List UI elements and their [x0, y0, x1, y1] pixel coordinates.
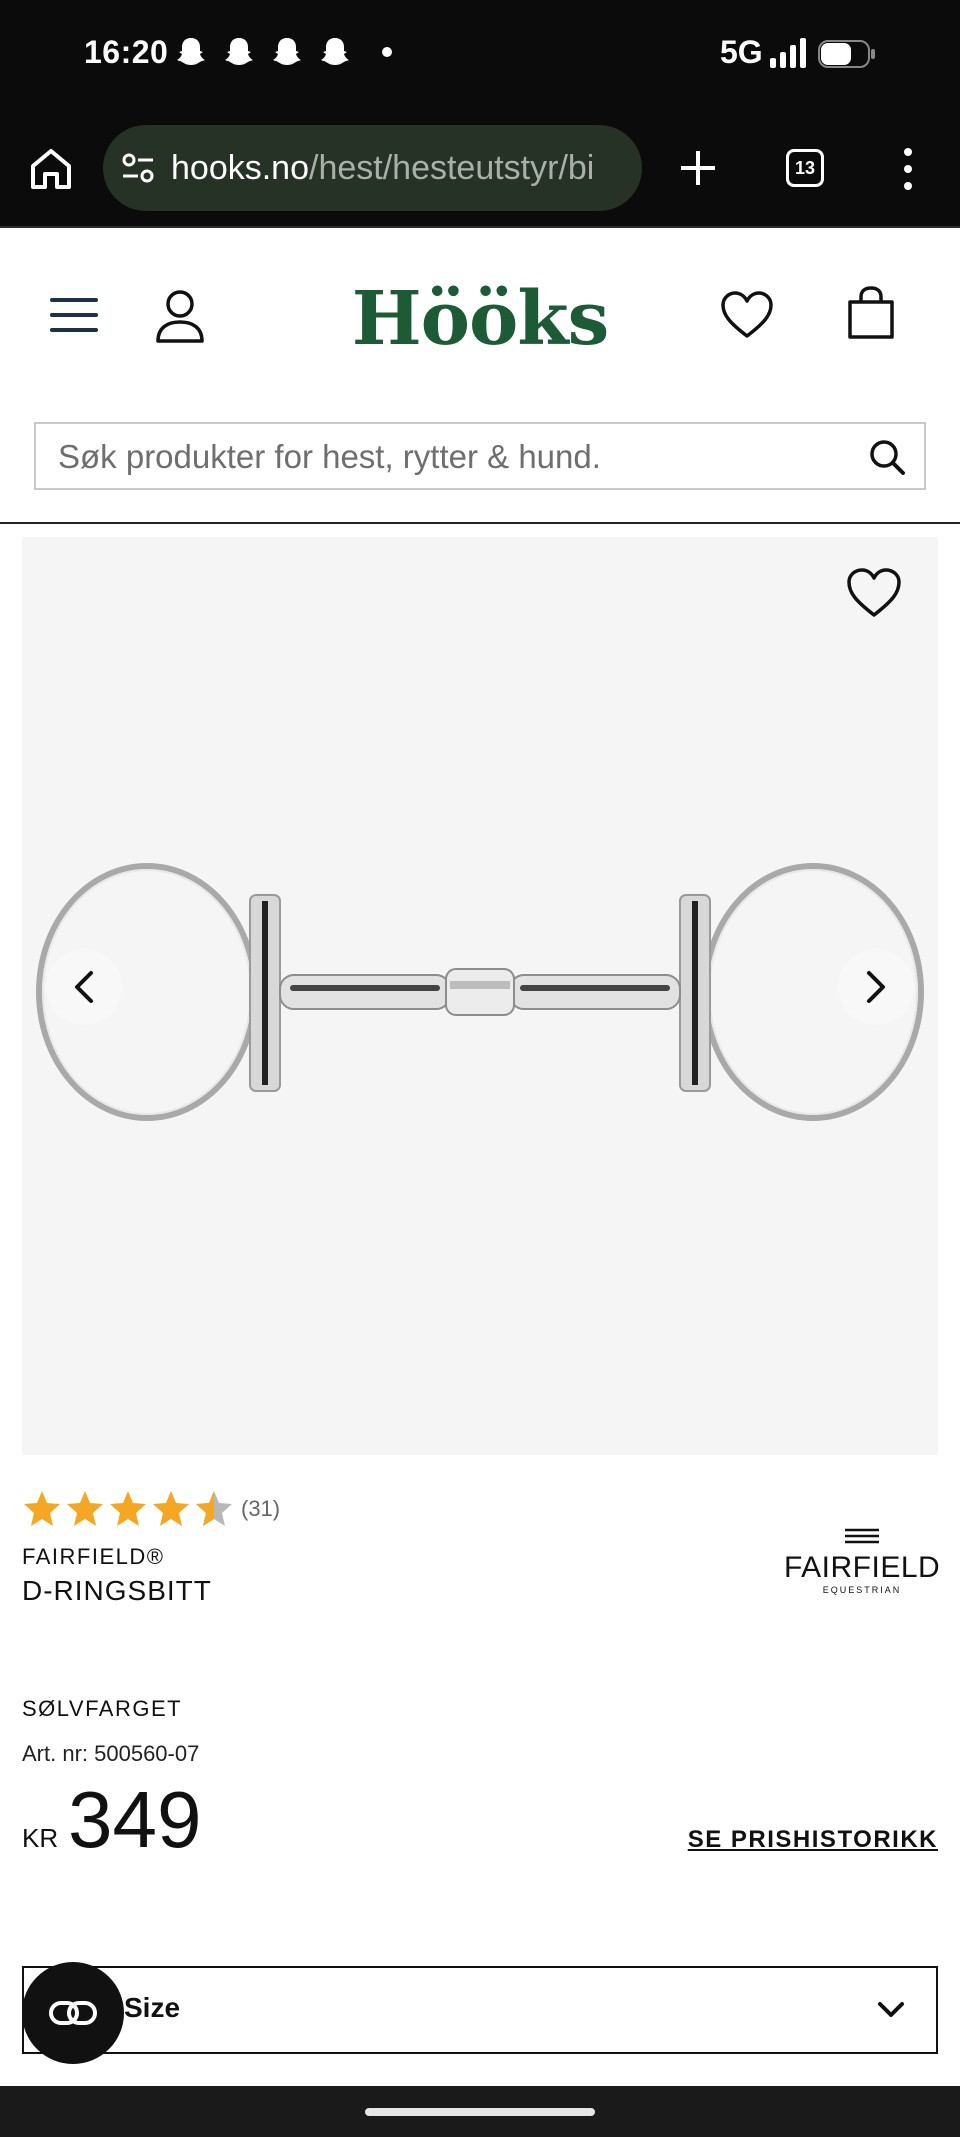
chevron-left-icon — [75, 971, 93, 1003]
link-icon — [49, 2001, 97, 2025]
price-history-link[interactable]: SE PRISHISTORIKK — [688, 1826, 938, 1854]
browser-toolbar: hooks.no/hest/hesteutstyr/bi 13 — [0, 110, 960, 228]
battery-icon — [818, 40, 875, 68]
product-color: SØLVFARGET — [22, 1696, 183, 1721]
star-full-icon — [110, 1491, 146, 1526]
url-path: /hest/hesteutstyr/bi — [309, 149, 595, 187]
star-full-icon — [24, 1491, 60, 1526]
star-half-icon — [196, 1491, 232, 1526]
shopping-bag-icon[interactable] — [846, 286, 896, 340]
add-to-wishlist-icon[interactable] — [846, 567, 902, 619]
chevron-down-icon — [878, 2002, 904, 2017]
url-host: hooks.no — [171, 149, 309, 187]
status-time: 16:20 — [84, 34, 169, 70]
snapchat-icon — [225, 38, 253, 65]
star-full-icon — [153, 1491, 189, 1526]
gallery-next-button[interactable] — [838, 949, 914, 1025]
star-full-icon — [67, 1491, 103, 1526]
wishlist-icon[interactable] — [720, 290, 774, 340]
size-select[interactable]: Size — [22, 1966, 938, 2054]
snapchat-icon — [177, 38, 205, 65]
site-settings-icon[interactable] — [121, 151, 155, 185]
brand-logo-name: FAIRFIELD — [784, 1551, 941, 1584]
network-type: 5G — [720, 34, 763, 70]
more-options-icon[interactable] — [900, 146, 916, 192]
notification-icons — [176, 36, 392, 68]
article-number: Art. nr: 500560-07 — [22, 1741, 200, 1766]
site-logo[interactable]: Hööks — [0, 276, 960, 362]
gallery-prev-button[interactable] — [46, 949, 122, 1025]
product-gallery[interactable] — [22, 537, 938, 1455]
product-price: 349 — [68, 1775, 202, 1864]
product-rating[interactable]: (31) — [22, 1490, 280, 1528]
search-icon[interactable] — [868, 438, 906, 476]
new-tab-icon[interactable] — [678, 148, 718, 188]
more-notifications-dot — [382, 47, 392, 57]
price-currency: KR — [22, 1823, 59, 1853]
home-icon[interactable] — [28, 146, 74, 192]
home-gesture-handle[interactable] — [365, 2108, 595, 2116]
brand-logo[interactable]: FAIRFIELD EQUESTRIAN — [784, 1528, 940, 1598]
brand-logo-mark — [845, 1528, 879, 1544]
size-select-label: Size — [124, 1992, 181, 2023]
signal-icon — [770, 38, 806, 68]
address-bar[interactable]: hooks.no/hest/hesteutstyr/bi — [103, 125, 642, 211]
snapchat-icon — [273, 38, 301, 65]
snapchat-icon — [321, 38, 349, 65]
search-placeholder: Søk produkter for hest, rytter & hund. — [58, 438, 601, 475]
product-name: D-RINGSBITT — [22, 1575, 212, 1606]
system-nav-bar — [0, 2086, 960, 2137]
site-header: Hööks Søk produkter for hest, rytter & h… — [0, 230, 960, 524]
url-text: hooks.no/hest/hesteutstyr/bi — [171, 149, 594, 188]
brand-logo-sub: EQUESTRIAN — [822, 1585, 902, 1595]
product-brand: FAIRFIELD® — [22, 1544, 165, 1569]
status-bar: 16:20 5G — [0, 0, 960, 110]
product-image — [36, 863, 924, 1121]
link-button[interactable] — [22, 1962, 124, 2064]
chevron-right-icon — [867, 971, 885, 1003]
tab-switcher-button[interactable]: 13 — [786, 149, 824, 187]
rating-count[interactable]: (31) — [241, 1496, 280, 1522]
search-input[interactable]: Søk produkter for hest, rytter & hund. — [34, 422, 926, 490]
